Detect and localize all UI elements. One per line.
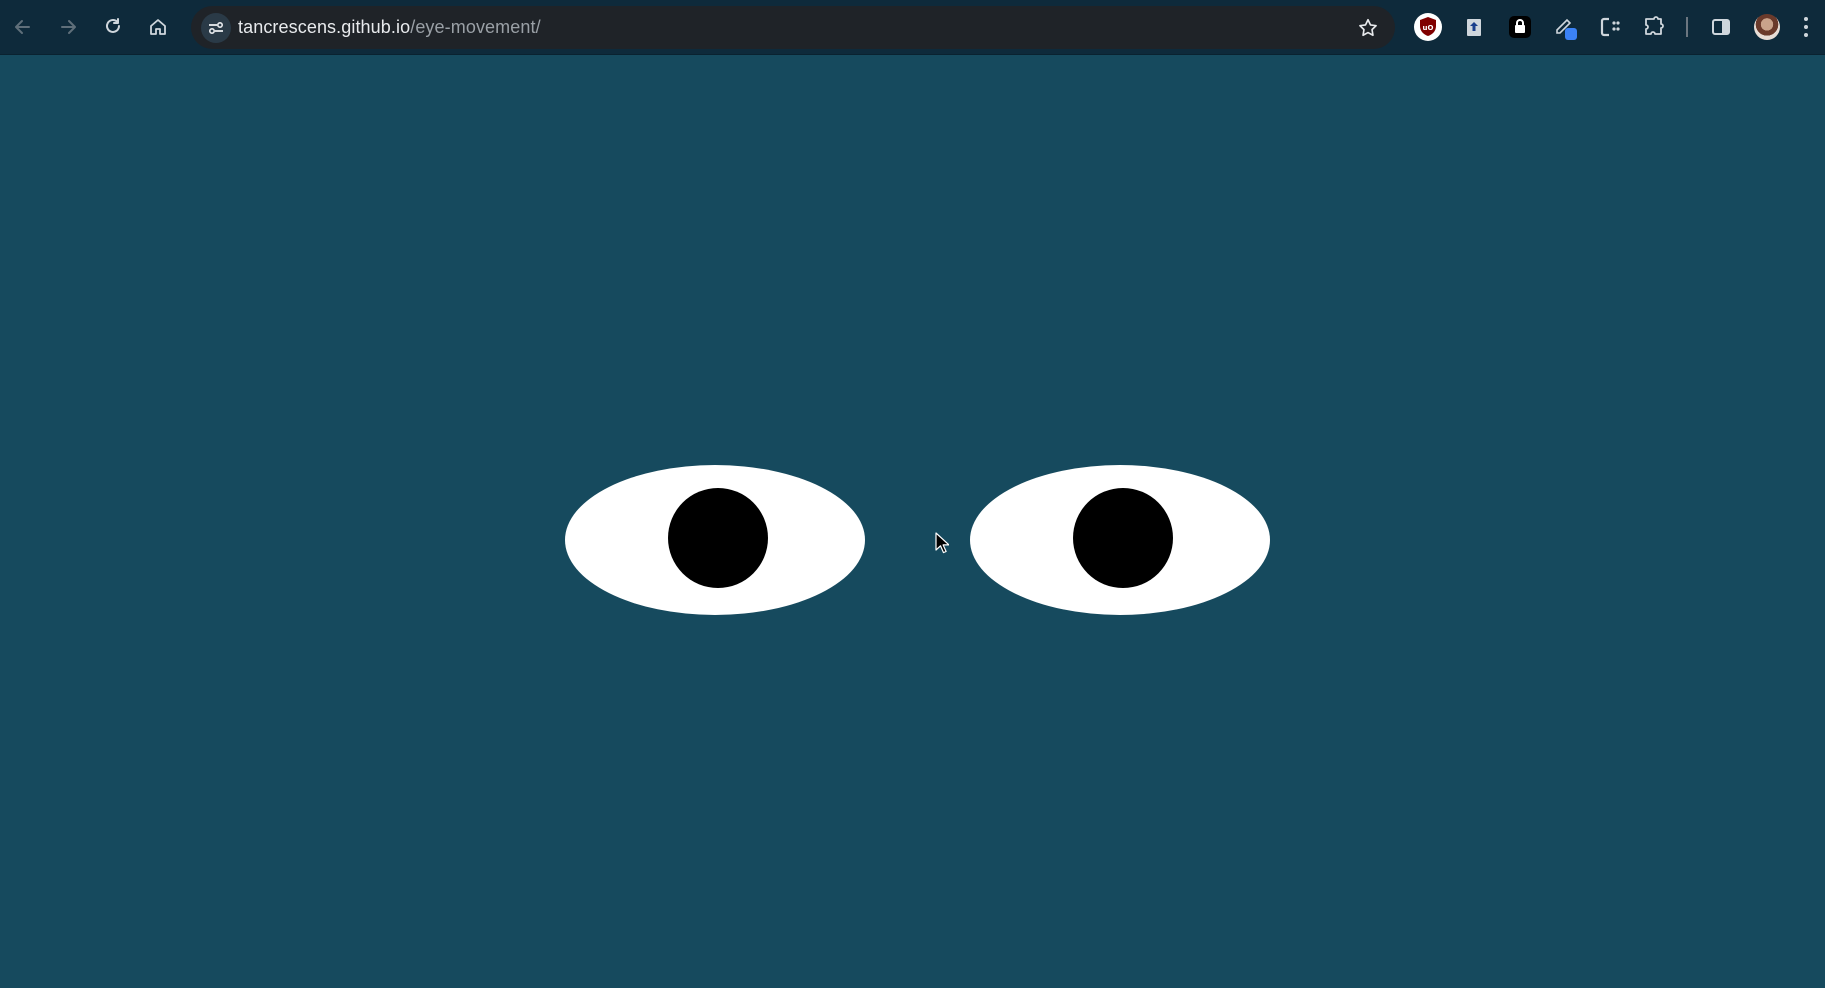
ublock-origin-icon: uO bbox=[1414, 13, 1442, 41]
ublock-origin-extension[interactable]: uO bbox=[1412, 11, 1444, 43]
side-panel-icon bbox=[1712, 19, 1730, 35]
back-button[interactable] bbox=[8, 9, 38, 45]
url-text[interactable]: tancrescens.github.io/eye-movement/ bbox=[238, 6, 541, 49]
extensions-menu[interactable] bbox=[1638, 11, 1670, 43]
reload-icon bbox=[106, 18, 120, 33]
back-arrow-icon bbox=[15, 20, 30, 34]
left-eye bbox=[565, 465, 865, 615]
left-pupil bbox=[668, 488, 768, 588]
forward-button[interactable] bbox=[53, 9, 83, 45]
pen-extension[interactable] bbox=[1550, 11, 1582, 43]
home-icon bbox=[150, 19, 166, 35]
right-pupil bbox=[1073, 488, 1173, 588]
lock-extension-icon bbox=[1509, 16, 1531, 38]
css-extension-icon bbox=[1600, 17, 1620, 37]
lock-extension[interactable] bbox=[1504, 11, 1536, 43]
pen-extension-icon bbox=[1556, 18, 1577, 40]
upload-extension[interactable] bbox=[1458, 11, 1490, 43]
puzzle-extensions-icon bbox=[1645, 16, 1664, 35]
profile-avatar[interactable] bbox=[1754, 14, 1780, 40]
svg-text:uO: uO bbox=[1423, 24, 1434, 32]
browser-toolbar: tancrescens.github.io/eye-movement/ uO bbox=[0, 0, 1825, 55]
address-bar[interactable]: tancrescens.github.io/eye-movement/ bbox=[191, 6, 1395, 49]
kebab-menu-icon[interactable] bbox=[1800, 13, 1812, 41]
toolbar-separator bbox=[1686, 17, 1688, 37]
mouse-cursor-icon bbox=[935, 532, 949, 554]
page-canvas[interactable] bbox=[0, 55, 1825, 988]
url-host: tancrescens.github.io bbox=[238, 17, 411, 37]
css-extension[interactable] bbox=[1594, 11, 1626, 43]
side-panel-button[interactable] bbox=[1705, 11, 1737, 43]
right-eye bbox=[970, 465, 1270, 615]
url-path: /eye-movement/ bbox=[410, 17, 541, 37]
site-info-button[interactable] bbox=[201, 13, 231, 43]
home-button[interactable] bbox=[143, 9, 173, 45]
bookmark-star-icon bbox=[1359, 18, 1377, 37]
site-info-icon bbox=[208, 21, 224, 35]
forward-arrow-icon bbox=[61, 20, 76, 34]
reload-button[interactable] bbox=[98, 9, 128, 45]
bookmark-button[interactable] bbox=[1355, 15, 1381, 41]
upload-extension-icon bbox=[1467, 19, 1481, 36]
